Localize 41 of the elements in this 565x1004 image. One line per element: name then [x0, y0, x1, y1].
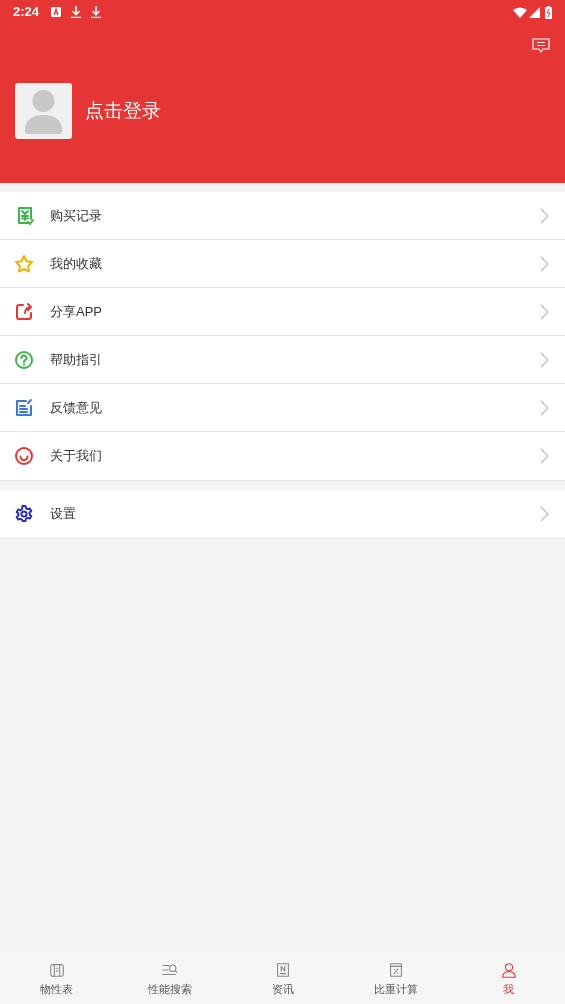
menu-item[interactable]: 帮助指引	[0, 336, 565, 384]
menu-item-label: 设置	[50, 505, 77, 524]
nav-tab-label: 比重计算	[373, 981, 418, 997]
app-notification-icon	[51, 7, 62, 17]
menu-item-label: 关于我们	[50, 447, 103, 466]
chevron-right-icon	[540, 399, 549, 416]
login-link[interactable]: 点击登录	[85, 96, 161, 126]
signal-icon	[529, 6, 540, 18]
nav-tab[interactable]: 我	[452, 954, 565, 1004]
menu-item[interactable]: 设置	[0, 490, 565, 538]
nav-tab-label: 资讯	[271, 981, 294, 997]
nav-tab-label: 性能搜索	[147, 981, 192, 997]
download-icon	[91, 6, 102, 18]
download-icon	[71, 6, 82, 18]
nav-tab[interactable]: 比重计算	[339, 954, 452, 1004]
menu-item[interactable]: 分享APP	[0, 288, 565, 336]
chevron-right-icon	[540, 351, 549, 368]
menu-item[interactable]: 我的收藏	[0, 240, 565, 288]
menu-item-label: 反馈意见	[50, 398, 103, 417]
chevron-right-icon	[540, 255, 549, 272]
menu-item-label: 分享APP	[50, 302, 103, 321]
chevron-right-icon	[540, 207, 549, 224]
chevron-right-icon	[540, 303, 549, 320]
menu-item[interactable]: 关于我们	[0, 432, 565, 480]
nav-tab-label: 物性表	[40, 981, 73, 997]
battery-icon	[545, 5, 552, 19]
menu-item-label: 帮助指引	[50, 350, 103, 369]
chevron-right-icon	[540, 506, 549, 522]
nav-tab[interactable]: 资讯	[226, 954, 339, 1004]
menu-item-label: 我的收藏	[50, 254, 103, 273]
nav-tab[interactable]: 性能搜索	[113, 954, 226, 1004]
nav-tab[interactable]: 物性表	[0, 954, 113, 1004]
chevron-right-icon	[540, 448, 549, 464]
wifi-icon	[513, 6, 527, 18]
user-icon	[499, 960, 518, 979]
message-icon[interactable]	[532, 38, 550, 54]
menu-item[interactable]: 反馈意见	[0, 384, 565, 432]
menu-item-label: 购买记录	[50, 206, 103, 225]
nav-tab-label: 我	[503, 981, 514, 997]
menu-item[interactable]: 购买记录	[0, 192, 565, 240]
status-time: 2:24	[13, 3, 40, 22]
